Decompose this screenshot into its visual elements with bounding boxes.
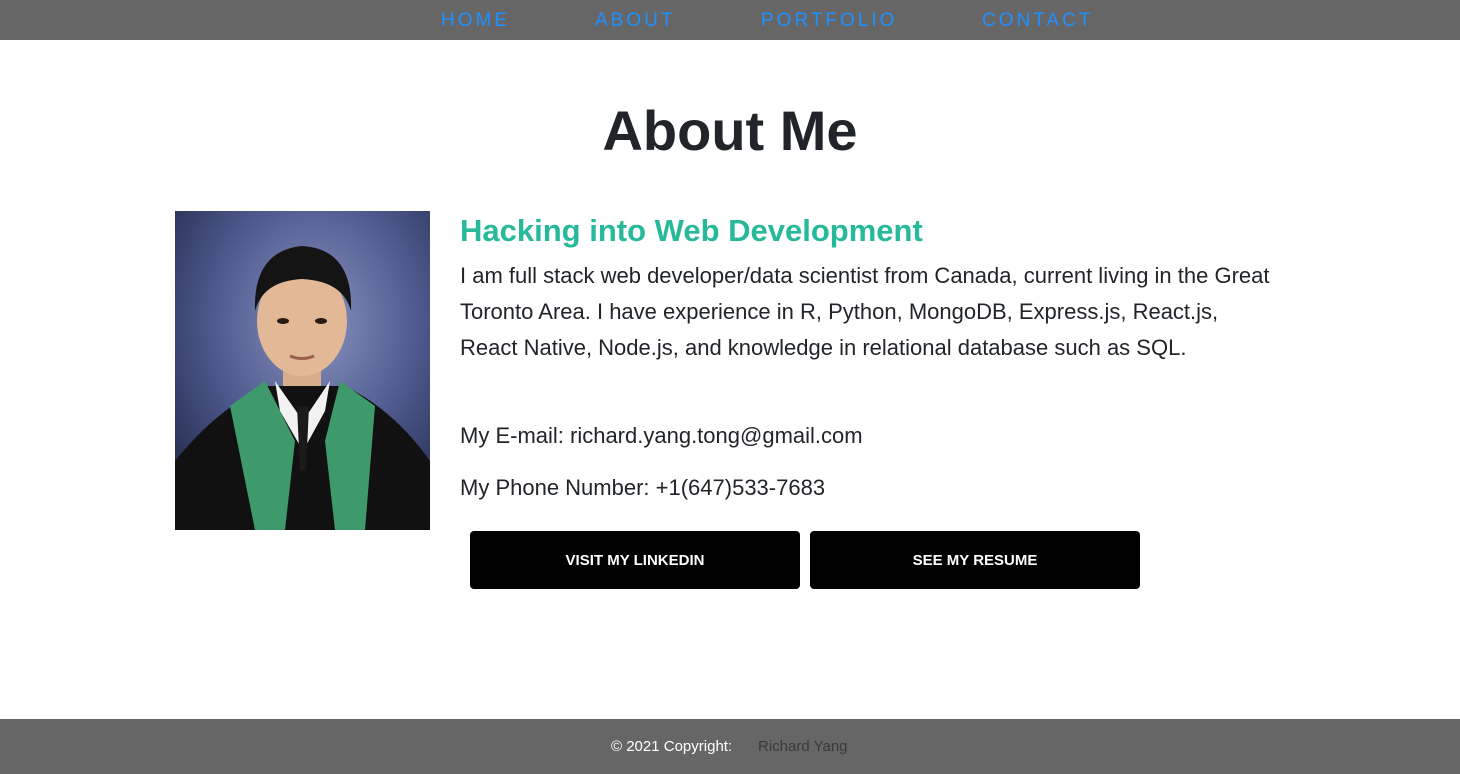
phone-text: My Phone Number: +1(647)533-7683: [460, 475, 826, 500]
copyright-text: © 2021 Copyright:: [611, 738, 733, 755]
bio-paragraph: I am full stack web developer/data scien…: [460, 263, 1270, 360]
nav-link-about[interactable]: ABOUT: [595, 9, 675, 33]
linkedin-button[interactable]: VISIT MY LINKEDIN: [470, 531, 800, 589]
page-title: About Me: [602, 99, 858, 162]
footer: © 2021 Copyright: Richard Yang: [0, 719, 1460, 774]
nav-link-contact[interactable]: CONTACT: [982, 9, 1093, 33]
section-subtitle: Hacking into Web Development: [460, 213, 923, 248]
nav-link-home[interactable]: HOME: [441, 9, 510, 33]
top-navigation: HOME ABOUT PORTFOLIO CONTACT: [0, 0, 1460, 40]
profile-photo: [175, 211, 430, 530]
resume-button[interactable]: SEE MY RESUME: [810, 531, 1140, 589]
email-text: My E-mail: richard.yang.tong@gmail.com: [460, 423, 863, 448]
nav-link-portfolio[interactable]: PORTFOLIO: [761, 9, 897, 33]
author-link[interactable]: Richard Yang: [758, 738, 848, 755]
